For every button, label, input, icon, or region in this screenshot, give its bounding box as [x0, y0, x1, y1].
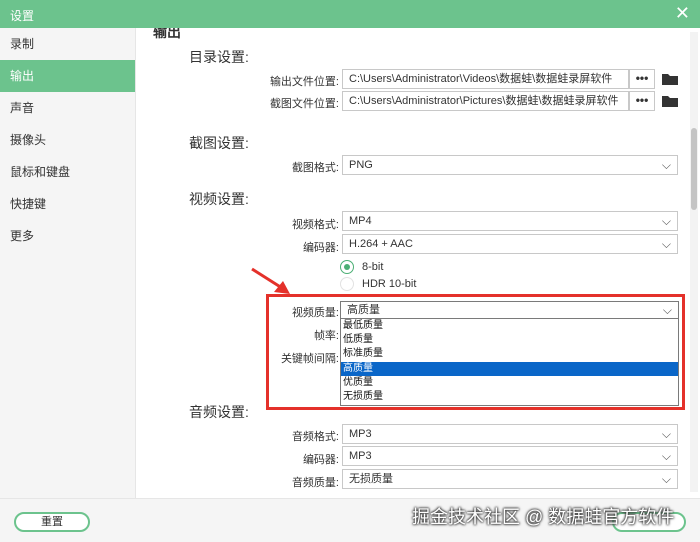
audio-quality-value: 无损质量	[349, 473, 393, 485]
close-icon[interactable]: ✕	[675, 3, 690, 23]
sidebar: 录制 输出 声音 摄像头 鼠标和键盘 快捷键 更多	[0, 28, 136, 498]
sidebar-item-hotkeys[interactable]: 快捷键	[0, 188, 135, 220]
screenshot-browse-button[interactable]: •••	[629, 91, 655, 111]
chevron-down-icon: ⌵	[661, 158, 671, 172]
audio-quality-select[interactable]: 无损质量 ⌵	[342, 469, 678, 489]
sidebar-item-mouse-keyboard[interactable]: 鼠标和键盘	[0, 156, 135, 188]
output-path-label: 输出文件位置:	[269, 76, 339, 88]
sidebar-item-more[interactable]: 更多	[0, 220, 135, 252]
audio-encoder-select[interactable]: MP3 ⌵	[342, 446, 678, 466]
radio-hdr10bit-label: HDR 10-bit	[362, 278, 417, 290]
highlight-box	[266, 294, 685, 410]
video-section-title: 视频设置:	[189, 191, 249, 207]
radio-8bit[interactable]	[340, 260, 354, 274]
video-format-select[interactable]: MP4 ⌵	[342, 211, 678, 231]
audio-encoder-label: 编码器:	[302, 454, 339, 466]
scrollbar[interactable]	[690, 32, 698, 492]
window-title: 设置	[10, 9, 35, 23]
page-title: 输出	[153, 28, 181, 40]
screenshot-path-label: 截图文件位置:	[269, 98, 339, 110]
sidebar-item-sound[interactable]: 声音	[0, 92, 135, 124]
screenshot-format-select[interactable]: PNG ⌵	[342, 155, 678, 175]
video-encoder-value: H.264 + AAC	[349, 238, 413, 250]
folder-icon[interactable]	[661, 94, 679, 108]
title-bar: 设置 ✕	[0, 0, 700, 28]
chevron-down-icon: ⌵	[661, 449, 671, 463]
video-encoder-select[interactable]: H.264 + AAC ⌵	[342, 234, 678, 254]
radio-hdr10bit[interactable]	[340, 277, 354, 291]
reset-button[interactable]: 重置	[14, 512, 90, 532]
sidebar-item-record[interactable]: 录制	[0, 28, 135, 60]
audio-encoder-value: MP3	[349, 450, 372, 462]
chevron-down-icon: ⌵	[661, 472, 671, 486]
chevron-down-icon: ⌵	[661, 237, 671, 251]
output-path-field[interactable]: C:\Users\Administrator\Videos\数据蛙\数据蛙录屏软…	[342, 69, 629, 89]
folder-icon[interactable]	[661, 72, 679, 86]
audio-format-label: 音频格式:	[291, 431, 339, 443]
screenshot-path-field[interactable]: C:\Users\Administrator\Pictures\数据蛙\数据蛙录…	[342, 91, 629, 111]
screenshot-format-value: PNG	[349, 159, 373, 171]
video-encoder-label: 编码器:	[302, 242, 339, 254]
sidebar-item-output[interactable]: 输出	[0, 60, 135, 92]
audio-format-value: MP3	[349, 428, 372, 440]
chevron-down-icon: ⌵	[661, 214, 671, 228]
sidebar-item-camera[interactable]: 摄像头	[0, 124, 135, 156]
directory-section-title: 目录设置:	[189, 49, 249, 65]
output-browse-button[interactable]: •••	[629, 69, 655, 89]
screenshot-section-title: 截图设置:	[189, 135, 249, 151]
chevron-down-icon: ⌵	[661, 427, 671, 441]
watermark: 掘金技术社区 @ 数据蛙官方软件	[412, 507, 675, 527]
video-format-value: MP4	[349, 215, 372, 227]
audio-section-title: 音频设置:	[189, 404, 249, 420]
settings-content: 输出 目录设置: 输出文件位置: C:\Users\Administrator\…	[137, 28, 700, 498]
audio-format-select[interactable]: MP3 ⌵	[342, 424, 678, 444]
video-format-label: 视频格式:	[291, 219, 339, 231]
audio-quality-label: 音频质量:	[291, 477, 339, 489]
screenshot-format-label: 截图格式:	[291, 162, 339, 174]
scrollbar-thumb[interactable]	[691, 128, 697, 210]
radio-8bit-label: 8-bit	[362, 261, 384, 273]
footer-bar: 重置 掘金技术社区 @ 数据蛙官方软件	[0, 498, 700, 542]
